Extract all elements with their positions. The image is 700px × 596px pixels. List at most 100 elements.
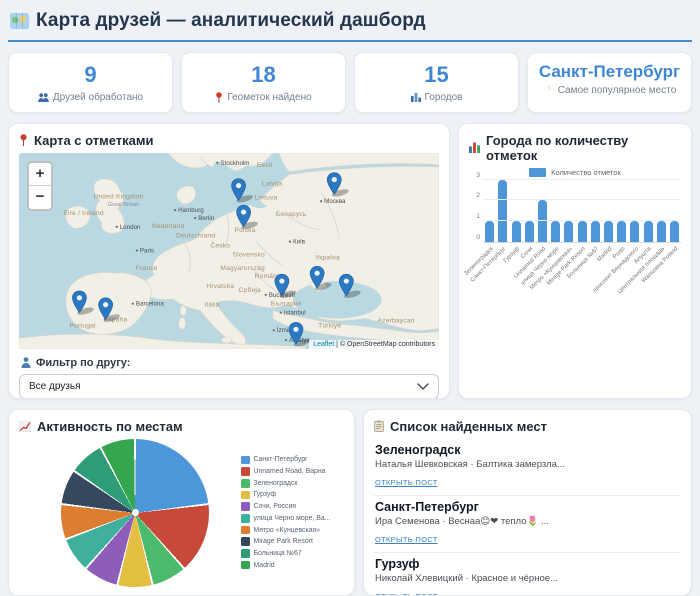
- bar-chart-panel: Города по количеству отметок Количество …: [458, 123, 692, 399]
- stats-row: 9 Друзей обработано 18 Геометок найдено …: [8, 52, 692, 113]
- stat-card-cities: 15 Городов: [354, 52, 519, 113]
- pie-legend-label: Санкт-Петербург: [254, 456, 308, 463]
- stat-value: 18: [186, 61, 341, 89]
- place-list-item: ГурзуфНиколай Хлевицкий · Красное и чёрн…: [374, 553, 681, 596]
- map-city-dot: [273, 329, 275, 331]
- pie-legend-swatch: [241, 526, 250, 535]
- map-label: United Kingdom: [94, 193, 144, 200]
- pie-legend-item[interactable]: Зеленоградск: [241, 479, 330, 488]
- pie-legend-label: Гурзуф: [254, 491, 277, 498]
- bars-container: [483, 181, 681, 242]
- map-label: Italia: [204, 301, 219, 308]
- pie-legend: Санкт-Петербург Unnamed Road, Варна Зелено…: [241, 452, 330, 572]
- map-label: Paris: [140, 247, 154, 254]
- map-label: Azerbaycan: [378, 317, 415, 324]
- stat-value: 15: [359, 61, 514, 89]
- map-city-dot: [132, 302, 134, 304]
- map-city-dot: [216, 161, 218, 163]
- place-list-item: ЗеленоградскНаталья Шевковская · Балтика…: [374, 439, 681, 496]
- bar: [512, 221, 521, 242]
- bar: [498, 180, 507, 242]
- bar: [525, 221, 534, 242]
- map-city-dot: [265, 293, 267, 295]
- map-city-dot: [285, 339, 287, 341]
- stat-label: Геометок найдено: [227, 92, 311, 103]
- friend-filter-value: Все друзья: [29, 381, 81, 392]
- leaflet-map[interactable]: StockholmEestiLatvijaLietuvaБеларусьUnit…: [19, 153, 439, 349]
- pie-legend-item[interactable]: Сочи, Россия: [241, 502, 330, 511]
- pie-legend-item[interactable]: Гурзуф: [241, 491, 330, 500]
- map-label: Barcelona: [136, 300, 165, 307]
- pie-legend-swatch: [241, 549, 250, 558]
- bar-x-labels: ЗеленоградскСанкт-ПетербургГурзуфСочиUnn…: [483, 243, 681, 287]
- stat-value: 9: [13, 61, 168, 89]
- y-tick-label: 3: [470, 172, 480, 179]
- pie-legend-label: Больница №67: [254, 550, 302, 557]
- open-post-link[interactable]: открыть пост: [375, 535, 438, 544]
- pie-chart-title: Активность по местам: [37, 419, 183, 434]
- pie-legend-swatch: [241, 479, 250, 488]
- pie-legend-label: Unnamed Road, Варна: [254, 468, 326, 475]
- pie-legend-item[interactable]: Unnamed Road, Варна: [241, 467, 330, 476]
- map-label: Deutschland: [176, 232, 215, 239]
- bar-slot: [536, 181, 549, 242]
- stat-label: Друзей обработано: [53, 92, 143, 103]
- map-canvas: StockholmEestiLatvijaLietuvaБеларусьUnit…: [19, 153, 439, 349]
- map-label: Magyarország: [220, 265, 265, 272]
- pie-legend-swatch: [241, 491, 250, 500]
- pie-legend-swatch: [241, 537, 250, 546]
- map-city-dot: [280, 311, 282, 313]
- bar: [630, 221, 639, 242]
- pie-legend-item[interactable]: улица Черно море, Ва...: [241, 514, 330, 523]
- x-label-slot: Санкт-Петербург: [496, 243, 509, 287]
- chevron-down-icon: [417, 383, 429, 390]
- bar-chart-icon: [469, 142, 480, 153]
- pie-legend-item[interactable]: Санкт-Петербург: [241, 456, 330, 465]
- friend-filter-select[interactable]: Все друзья: [19, 374, 439, 399]
- map-label: България: [271, 300, 302, 307]
- bar: [617, 221, 626, 242]
- pie-legend-label: Зеленоградск: [254, 480, 298, 487]
- bar: [657, 221, 666, 242]
- places-list-title: Список найденных мест: [390, 419, 547, 434]
- map-attribution: Leaflet | © OpenStreetMap contributors: [309, 340, 439, 349]
- bar-slot: [575, 181, 588, 242]
- stat-label: Самое популярное место: [558, 85, 677, 96]
- bar-slot: [628, 181, 641, 242]
- open-post-link[interactable]: открыть пост: [375, 478, 438, 487]
- pie-chart-panel: Активность по местам Санкт-Петербург Unna…: [8, 409, 355, 596]
- pie-legend-item[interactable]: Больница №67: [241, 549, 330, 558]
- leaflet-link[interactable]: Leaflet: [313, 341, 334, 348]
- map-label: Türkiye: [318, 322, 341, 329]
- map-label: Istanbul: [284, 309, 306, 316]
- gridline: [483, 220, 681, 221]
- bar-slot: [483, 181, 496, 242]
- x-label-slot: Warszawa Poland: [668, 243, 681, 287]
- place-city: Санкт-Петербург: [375, 500, 680, 514]
- pie-legend-label: улица Черно море, Ва...: [254, 515, 331, 522]
- pie-legend-item[interactable]: Метро «Кунцевская»: [241, 526, 330, 535]
- bar-slot: [562, 181, 575, 242]
- pie-legend-label: Сочи, Россия: [254, 503, 297, 510]
- pie-legend-item[interactable]: Madrid: [241, 561, 330, 570]
- zoom-out-button[interactable]: −: [29, 186, 51, 209]
- bar: [485, 221, 494, 242]
- map-city-dot: [194, 216, 196, 218]
- stat-label: Городов: [425, 92, 463, 103]
- open-post-link[interactable]: открыть пост: [375, 592, 438, 596]
- legend-label: Количество отметок: [551, 168, 621, 177]
- pie-legend-label: Madrid: [254, 562, 275, 569]
- bar-chart-legend: Количество отметок: [469, 168, 681, 177]
- map-label: Eire / Ireland: [63, 210, 104, 217]
- map-label: Україна: [315, 254, 340, 261]
- zoom-in-button[interactable]: +: [29, 163, 51, 186]
- stat-card-friends: 9 Друзей обработано: [8, 52, 173, 113]
- pie-legend-item[interactable]: Mirage Park Resort: [241, 537, 330, 546]
- person-icon: [21, 357, 31, 368]
- map-panel-title: Карта с отметками: [34, 133, 154, 148]
- map-label: Nederland: [152, 222, 185, 229]
- bar-slot: [509, 181, 522, 242]
- y-tick-label: 1: [470, 213, 480, 220]
- bar: [604, 221, 613, 242]
- gridline: [483, 199, 681, 200]
